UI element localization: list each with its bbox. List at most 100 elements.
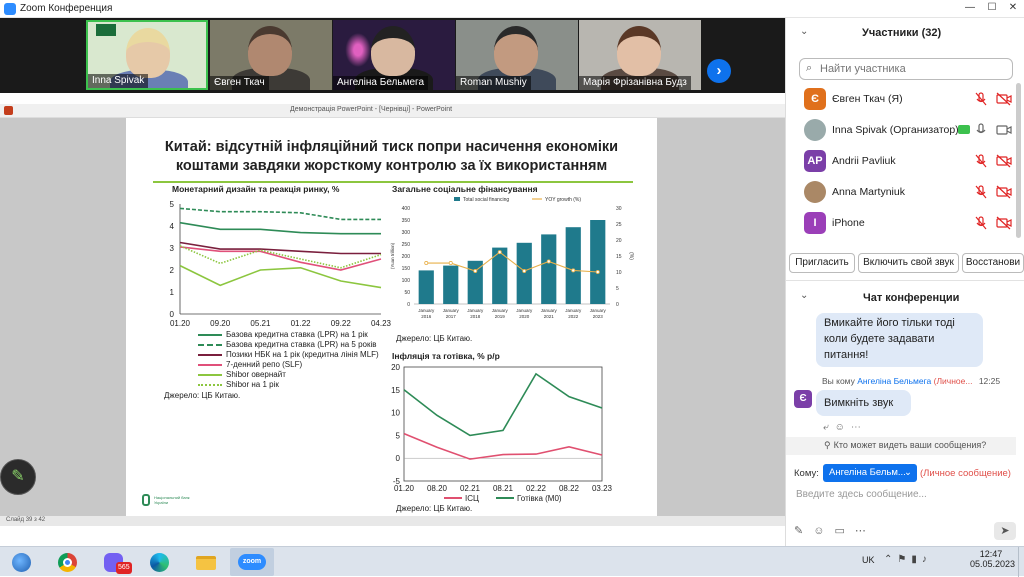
avatar: Є bbox=[804, 88, 826, 110]
participant-name: Євген Ткач (Я) bbox=[832, 93, 903, 105]
x-tick-label: 01.20 bbox=[394, 484, 415, 493]
growth-point bbox=[448, 261, 453, 266]
series-line bbox=[179, 207, 381, 221]
video-tile[interactable]: Roman Mushiy bbox=[456, 20, 578, 90]
flag-icon[interactable]: ⚑ bbox=[897, 554, 911, 565]
mic-muted-icon[interactable] bbox=[974, 92, 988, 106]
minimize-button[interactable]: — bbox=[960, 2, 980, 16]
who-sees-link[interactable]: ⚲ Кто может видеть ваши сообщения? bbox=[824, 440, 986, 451]
collapse-chevron-icon[interactable]: ⌄ bbox=[800, 290, 808, 301]
person-face bbox=[371, 26, 415, 76]
emoji-icon[interactable]: ☺ bbox=[813, 525, 834, 537]
series-line bbox=[179, 221, 381, 235]
windows-start-icon[interactable] bbox=[0, 548, 44, 576]
annotate-pen-icon[interactable]: ✎ bbox=[0, 459, 36, 495]
participant-row[interactable]: IiPhone bbox=[786, 208, 1024, 238]
restore-button[interactable]: Восстанови bbox=[962, 253, 1024, 273]
message-input[interactable]: Введите здесь сообщение... bbox=[796, 489, 927, 500]
reply-icon[interactable]: ⤶ bbox=[823, 422, 835, 433]
legend-item: Shibor на 1 рік bbox=[198, 380, 379, 390]
camera-off-icon[interactable] bbox=[996, 92, 1012, 106]
x-tick-label: 09.20 bbox=[210, 319, 231, 328]
more-icon[interactable]: ⋯ bbox=[851, 422, 867, 433]
chevron-right-icon[interactable]: › bbox=[707, 59, 731, 83]
file-explorer-icon[interactable] bbox=[184, 548, 228, 576]
viber-icon[interactable]: 565 bbox=[92, 548, 136, 576]
video-on-icon bbox=[958, 125, 970, 134]
invite-button[interactable]: Пригласить bbox=[789, 253, 855, 273]
unmute-button[interactable]: Включить свой звук bbox=[858, 253, 959, 273]
y-tick-label: 250 bbox=[402, 242, 411, 248]
legend-item: Shibor овернайт bbox=[198, 370, 379, 380]
language-indicator[interactable]: UK bbox=[862, 555, 875, 565]
camera-off-icon[interactable] bbox=[996, 216, 1012, 230]
chrome-icon[interactable] bbox=[46, 548, 90, 576]
zoom-icon[interactable]: zoom bbox=[230, 548, 274, 576]
legend-label: Готівка (М0) bbox=[517, 494, 562, 503]
video-tile[interactable]: Марія Фрізанівна Будз bbox=[579, 20, 701, 90]
participant-row[interactable]: Anna Martyniuk bbox=[786, 177, 1024, 207]
mic-icon[interactable] bbox=[974, 123, 988, 137]
x-tick-label: 2023 bbox=[593, 314, 604, 319]
search-input[interactable] bbox=[820, 62, 1005, 76]
tile-name: Євген Ткач bbox=[210, 76, 269, 90]
x-tick-label: 08.22 bbox=[559, 484, 580, 493]
chevron-up-icon[interactable]: ⌃ bbox=[884, 554, 897, 565]
participant-row[interactable]: Inna Spivak (Организатор) bbox=[786, 115, 1024, 145]
participant-list: Є Євген Ткач (Я) Inna Spivak (Организатор)… bbox=[786, 84, 1024, 244]
y-tick-label: 100 bbox=[402, 278, 411, 284]
mic-muted-icon[interactable] bbox=[974, 185, 988, 199]
y2-tick-label: 10 bbox=[616, 270, 622, 276]
format-icon[interactable]: ✎ bbox=[794, 525, 813, 537]
more-icon[interactable]: ⋯ bbox=[855, 525, 876, 537]
participant-search[interactable]: ⌕ bbox=[799, 58, 1013, 80]
participant-row[interactable]: Є Євген Ткач (Я) bbox=[786, 84, 1024, 114]
edge-icon[interactable] bbox=[138, 548, 182, 576]
maximize-button[interactable]: ☐ bbox=[982, 2, 1002, 16]
y-tick-label: 0 bbox=[407, 302, 410, 308]
legend-item: 7-денний репо (SLF) bbox=[198, 360, 379, 370]
y-tick-label: 300 bbox=[402, 230, 411, 236]
camera-off-icon[interactable] bbox=[996, 154, 1012, 168]
legend-label: YOY growth (%) bbox=[545, 197, 581, 203]
clock[interactable]: 12:47 05.05.2023 bbox=[970, 549, 1015, 569]
recipient-link[interactable]: Ангеліна Бельмега bbox=[857, 376, 931, 386]
inflation-chart: -50510152001.20 08.20 02.21 08.21 02.22 08.22… bbox=[391, 363, 612, 503]
top-right-title: Загальне соціальне фінансування bbox=[392, 184, 538, 194]
person-icon: ⚲ bbox=[824, 440, 831, 450]
slide-title: Китай: відсутній інфляційний тиск попри … bbox=[164, 139, 619, 174]
show-desktop-button[interactable] bbox=[1018, 547, 1024, 577]
recipient-dropdown[interactable]: Ангеліна Бельм... ⌄ bbox=[823, 464, 917, 482]
close-button[interactable]: ✕ bbox=[1003, 2, 1023, 16]
chat-message: Вмикайте його тільки тоді коли будете за… bbox=[816, 313, 983, 367]
legend-label: 7-денний репо (SLF) bbox=[226, 360, 303, 369]
emoji-icon[interactable]: ☺ bbox=[835, 422, 851, 433]
video-tile[interactable]: Inna Spivak bbox=[86, 20, 208, 90]
x-tick-label: 2019 bbox=[495, 314, 506, 319]
legend-label: Shibor на 1 рік bbox=[226, 380, 279, 389]
x-tick-label: 01.20 bbox=[170, 319, 191, 328]
video-tile[interactable]: Євген Ткач bbox=[210, 20, 332, 90]
to-label: Кому: bbox=[794, 468, 819, 479]
series-line bbox=[403, 432, 603, 460]
tray-icons: ⌃⚑▮♪ bbox=[884, 554, 932, 565]
volume-icon[interactable]: ♪ bbox=[922, 554, 932, 565]
series-line bbox=[179, 264, 382, 289]
legend-swatch bbox=[198, 353, 222, 356]
window-title: Zoom Конференция bbox=[20, 3, 113, 14]
mic-muted-icon[interactable] bbox=[974, 216, 988, 230]
collapse-chevron-icon[interactable]: ⌄ bbox=[800, 26, 808, 37]
x-tick-label: 2016 bbox=[421, 314, 432, 319]
bar bbox=[565, 227, 581, 304]
bottom-right-title: Інфляція та готівка, % р/р bbox=[392, 351, 500, 361]
y-axis-label: (Yuan trillion) bbox=[390, 242, 395, 269]
video-tile[interactable]: Ангеліна Бельмега bbox=[333, 20, 455, 90]
network-icon[interactable]: ▮ bbox=[911, 554, 922, 565]
camera-off-icon[interactable] bbox=[996, 185, 1012, 199]
file-icon[interactable]: ▭ bbox=[834, 525, 854, 537]
mic-muted-icon[interactable] bbox=[974, 154, 988, 168]
camera-icon[interactable] bbox=[996, 123, 1012, 137]
x-tick-label: 2020 bbox=[519, 314, 530, 319]
send-icon[interactable]: ➤ bbox=[994, 522, 1016, 540]
participant-row[interactable]: AP Andrii Pavliuk bbox=[786, 146, 1024, 176]
